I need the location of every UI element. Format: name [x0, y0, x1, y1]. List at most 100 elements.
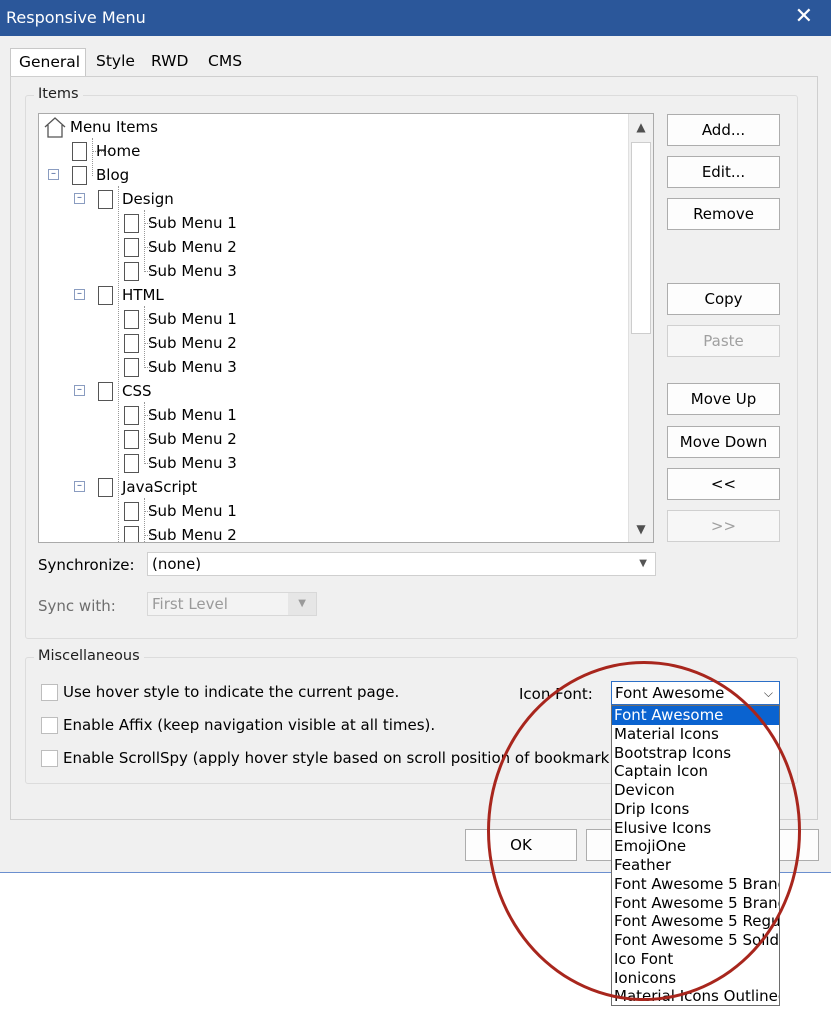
- tree-node-label: JavaScript: [122, 478, 198, 496]
- collapse-icon[interactable]: –: [74, 289, 85, 300]
- icon-font-option[interactable]: Font Awesome 5 Regular: [612, 912, 779, 931]
- page-icon: [98, 478, 113, 497]
- scrollspy-label: Enable ScrollSpy (apply hover style base…: [63, 749, 624, 767]
- tree-content: Menu Items Home – Blog – Design Sub Menu…: [39, 114, 629, 542]
- tree-node-label: Sub Menu 3: [148, 262, 237, 280]
- hover-style-checkbox[interactable]: [41, 684, 58, 701]
- synchronize-value: (none): [152, 555, 202, 573]
- tree-node-label: Design: [122, 190, 174, 208]
- add-button[interactable]: Add...: [667, 114, 780, 146]
- tree-node-label: Sub Menu 3: [148, 454, 237, 472]
- icon-font-option[interactable]: EmojiOne: [612, 837, 779, 856]
- icon-font-value: Font Awesome: [615, 684, 725, 702]
- tree-scrollbar[interactable]: ▲ ▼: [628, 114, 653, 542]
- tree-connector: [118, 186, 119, 542]
- page-icon: [124, 310, 139, 329]
- icon-font-option[interactable]: Font Awesome 5 Solid: [612, 931, 779, 950]
- tree-node-label: Sub Menu 2: [148, 430, 237, 448]
- scroll-up-icon[interactable]: ▲: [629, 114, 653, 140]
- collapse-icon[interactable]: –: [74, 385, 85, 396]
- page-icon: [124, 358, 139, 377]
- tree-node-label: CSS: [122, 382, 152, 400]
- tree-node-label: Menu Items: [70, 118, 158, 136]
- tree-node-label: Sub Menu 2: [148, 238, 237, 256]
- tree-connector: [92, 138, 93, 176]
- collapse-icon[interactable]: –: [48, 169, 59, 180]
- affix-label: Enable Affix (keep navigation visible at…: [63, 716, 436, 734]
- chevron-down-icon: ⌵: [763, 686, 773, 700]
- page-icon: [98, 382, 113, 401]
- page-icon: [124, 406, 139, 425]
- tree-node-label: Sub Menu 1: [148, 502, 237, 520]
- scroll-thumb[interactable]: [631, 142, 651, 334]
- window-title: Responsive Menu: [6, 8, 146, 27]
- scroll-down-icon[interactable]: ▼: [629, 516, 653, 542]
- icon-font-option[interactable]: Ico Font: [612, 950, 779, 969]
- tab-style[interactable]: Style: [88, 48, 144, 75]
- tree-node-label: HTML: [122, 286, 164, 304]
- remove-button[interactable]: Remove: [667, 198, 780, 230]
- sync-with-select[interactable]: First Level ▼: [147, 592, 317, 616]
- chevron-down-icon: ▼: [639, 558, 647, 569]
- ok-button[interactable]: OK: [465, 829, 577, 861]
- affix-checkbox[interactable]: [41, 717, 58, 734]
- tree-node-label: Blog: [96, 166, 130, 184]
- tree-node-label: Home: [96, 142, 141, 160]
- page-icon: [124, 262, 139, 281]
- synchronize-label: Synchronize:: [38, 556, 135, 574]
- tab-rwd[interactable]: RWD: [143, 48, 198, 75]
- tab-cms[interactable]: CMS: [200, 48, 252, 75]
- synchronize-select[interactable]: (none) ▼: [147, 552, 656, 576]
- tree-node-label: Sub Menu 1: [148, 406, 237, 424]
- menu-tree[interactable]: Menu Items Home – Blog – Design Sub Menu…: [38, 113, 654, 543]
- misc-group-label: Miscellaneous: [34, 648, 144, 664]
- tree-node-label: Sub Menu 1: [148, 310, 237, 328]
- tree-node-label: Sub Menu 2: [148, 334, 237, 352]
- icon-font-options: Font Awesome Material Icons Bootstrap Ic…: [611, 705, 780, 1006]
- scrollspy-checkbox[interactable]: [41, 750, 58, 767]
- tree-connector: [144, 306, 145, 368]
- page-icon: [124, 502, 139, 521]
- icon-font-option[interactable]: Devicon: [612, 781, 779, 800]
- icon-font-option[interactable]: Drip Icons: [612, 800, 779, 819]
- icon-font-option[interactable]: Font Awesome: [612, 706, 779, 725]
- icon-font-select[interactable]: Font Awesome ⌵: [611, 681, 780, 705]
- tab-general[interactable]: General: [10, 48, 86, 77]
- tree-connector: [144, 210, 145, 272]
- edit-button[interactable]: Edit...: [667, 156, 780, 188]
- icon-font-option[interactable]: Material Icons: [612, 725, 779, 744]
- copy-button[interactable]: Copy: [667, 283, 780, 315]
- tree-node-label: Sub Menu 2: [148, 526, 237, 542]
- tree-node-label: Sub Menu 3: [148, 358, 237, 376]
- icon-font-option[interactable]: Ionicons: [612, 969, 779, 988]
- move-up-button[interactable]: Move Up: [667, 383, 780, 415]
- tree-node-label: Sub Menu 1: [148, 214, 237, 232]
- icon-font-option[interactable]: Font Awesome 5 Brands: [612, 875, 779, 894]
- indent-button[interactable]: >>: [667, 510, 780, 542]
- page-icon: [124, 526, 139, 542]
- items-group-label: Items: [34, 86, 83, 102]
- page-icon: [124, 454, 139, 473]
- icon-font-option[interactable]: Feather: [612, 856, 779, 875]
- page-icon: [124, 334, 139, 353]
- close-icon[interactable]: ✕: [795, 4, 813, 30]
- page-icon: [124, 238, 139, 257]
- icon-font-option[interactable]: Font Awesome 5 Brands: [612, 894, 779, 913]
- title-bar: Responsive Menu ✕: [0, 0, 831, 36]
- chevron-down-icon: ▼: [298, 598, 306, 609]
- page-icon: [98, 286, 113, 305]
- page-icon: [72, 142, 87, 161]
- icon-font-option[interactable]: Bootstrap Icons: [612, 744, 779, 763]
- icon-font-option[interactable]: Material Icons Outlined: [612, 987, 779, 1005]
- tree-connector: [144, 402, 145, 464]
- sync-with-label: Sync with:: [38, 597, 116, 615]
- page-icon: [72, 166, 87, 185]
- collapse-icon[interactable]: –: [74, 193, 85, 204]
- hover-style-label: Use hover style to indicate the current …: [63, 683, 400, 701]
- icon-font-option[interactable]: Elusive Icons: [612, 819, 779, 838]
- paste-button[interactable]: Paste: [667, 325, 780, 357]
- icon-font-option[interactable]: Captain Icon: [612, 762, 779, 781]
- collapse-icon[interactable]: –: [74, 481, 85, 492]
- move-down-button[interactable]: Move Down: [667, 426, 780, 458]
- outdent-button[interactable]: <<: [667, 468, 780, 500]
